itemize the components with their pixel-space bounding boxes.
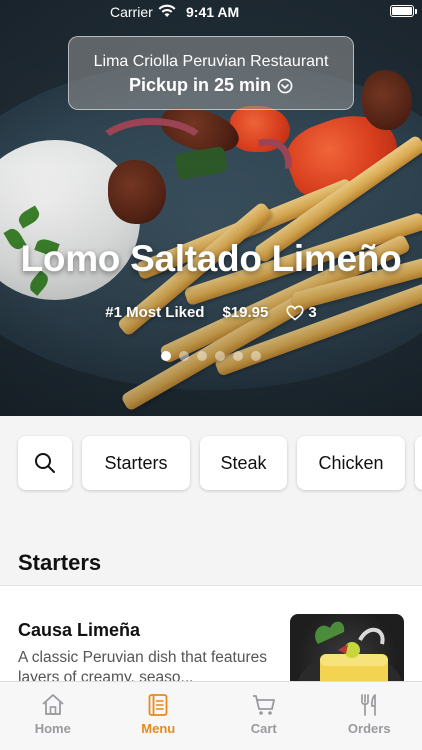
tab-label: Home [34,721,71,736]
tab-menu[interactable]: Menu [106,682,212,750]
carrier-label: Carrier [110,4,153,20]
tab-orders[interactable]: Orders [317,682,422,750]
category-chip-chicken[interactable]: Chicken [297,436,405,490]
tab-label: Menu [141,721,176,736]
carousel-dot[interactable] [233,351,243,361]
carousel-dot[interactable] [179,351,189,361]
chevron-down-circle-icon [277,78,293,93]
carousel-page-indicator[interactable] [0,351,422,361]
tab-cart[interactable]: Cart [211,682,317,750]
category-chips: Starters Steak Chicken [18,436,422,490]
carousel-dot[interactable] [251,351,261,361]
battery-icon [390,5,417,17]
tab-bar: Home Menu Cart Orders [0,681,422,750]
cart-icon [252,695,275,715]
category-chip-starters[interactable]: Starters [82,436,190,490]
likes-count: 3 [308,304,317,321]
category-chip-more[interactable] [415,436,422,490]
wifi-icon [158,4,176,17]
menu-item-name: Causa Limeña [18,620,141,640]
home-icon [42,694,64,715]
category-chip-steak[interactable]: Steak [200,436,287,490]
dish-rank: #1 Most Liked [105,304,205,321]
restaurant-name: Lima Criolla Peruvian Restaurant [93,53,329,70]
featured-dish-title: Lomo Saltado Limeño [20,238,402,279]
featured-dish-meta: #1 Most Liked $19.95 3 [0,304,422,321]
pickup-time-label: Pickup in 25 min [128,75,272,95]
search-icon [35,453,55,473]
section-title: Starters [18,550,102,575]
carousel-dot[interactable] [197,351,207,361]
status-time: 9:41 AM [186,4,240,20]
dish-price: $19.95 [222,304,269,321]
fork-knife-icon [361,694,377,716]
tab-label: Orders [347,721,391,736]
pickup-time-row: Pickup in 25 min [69,75,353,96]
tab-label: Cart [250,721,277,736]
menu-item[interactable]: Causa Limeña A classic Peruvian dish tha… [0,586,422,694]
tab-home[interactable]: Home [0,682,106,750]
restaurant-pickup-selector[interactable]: Lima Criolla Peruvian Restaurant Pickup … [68,36,354,110]
menu-screen: Carrier 9:41 AM Lima Criolla Peruvian Re… [0,0,422,750]
carousel-dot[interactable] [161,351,171,361]
heart-icon [286,304,304,321]
search-button[interactable] [18,436,72,490]
carousel-dot[interactable] [215,351,225,361]
dish-likes[interactable]: 3 [286,304,317,321]
status-bar: Carrier 9:41 AM [0,0,422,24]
menu-icon [148,694,168,716]
